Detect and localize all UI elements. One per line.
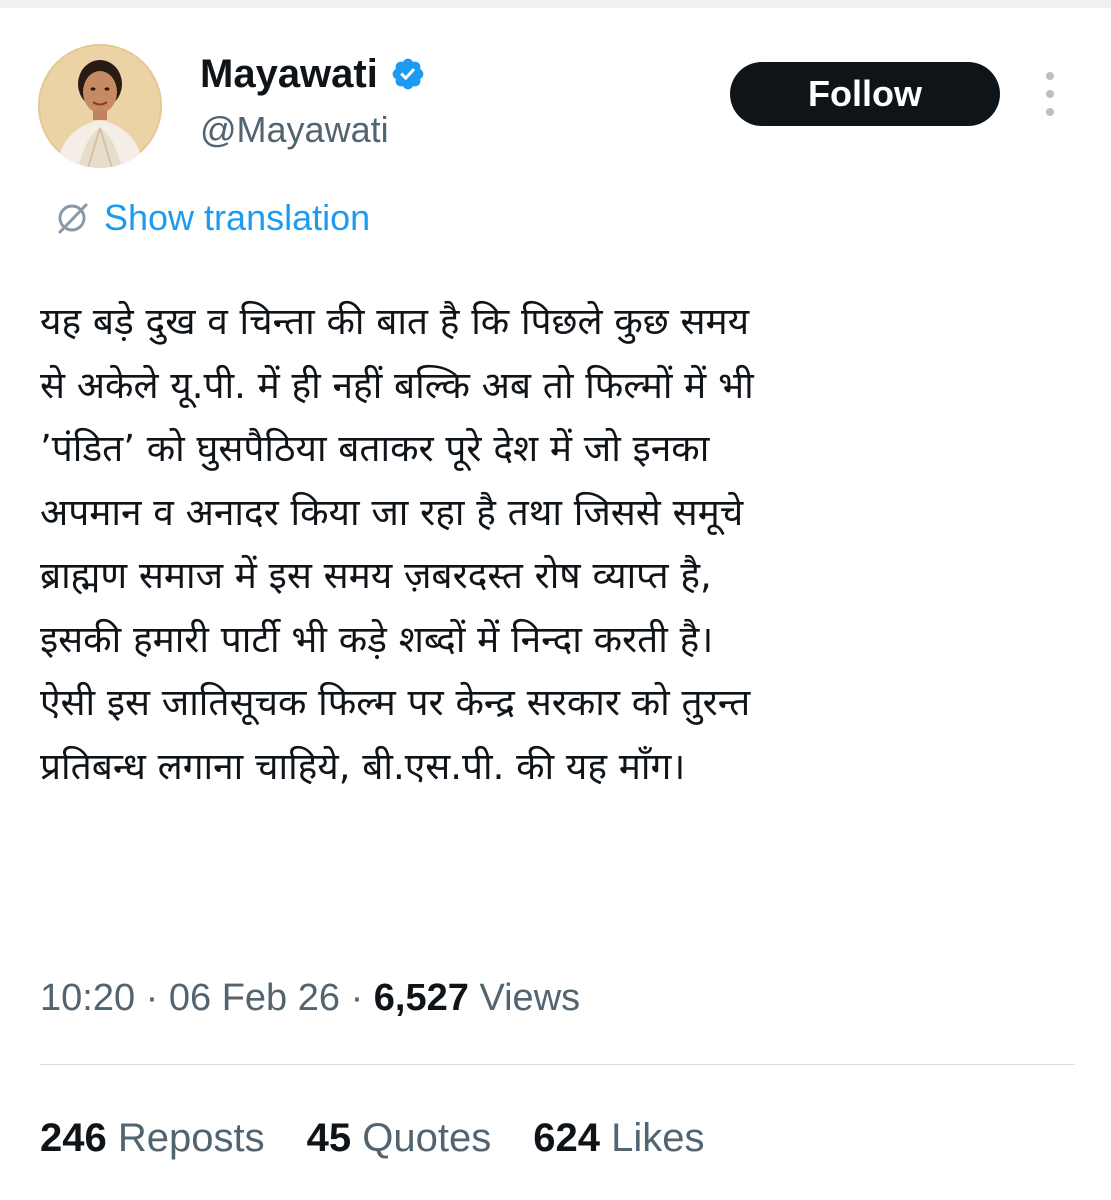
tweet-line: इसकी हमारी पार्टी भी कड़े शब्दों में निन… (40, 617, 714, 661)
reposts-stat[interactable]: 246 Reposts (40, 1114, 265, 1162)
reposts-count: 246 (40, 1116, 107, 1160)
reposts-label: Reposts (117, 1116, 265, 1160)
top-divider (0, 0, 1111, 8)
engagement-stats: 246 Reposts 45 Quotes 624 Likes (40, 1114, 704, 1162)
author-display-name[interactable]: Mayawati (200, 50, 378, 98)
more-vertical-icon[interactable] (1036, 72, 1064, 116)
views-label: Views (479, 977, 581, 1019)
author-handle[interactable]: @Mayawati (200, 108, 389, 152)
tweet-line: से अकेले यू.पी. में ही नहीं बल्कि अब तो … (40, 363, 754, 407)
translate-icon (58, 203, 88, 234)
quotes-label: Quotes (362, 1116, 492, 1160)
likes-stat[interactable]: 624 Likes (533, 1114, 704, 1162)
meta-separator: · (145, 977, 159, 1019)
tweet-date[interactable]: 06 Feb 26 (169, 977, 340, 1019)
meta-separator: · (350, 977, 364, 1019)
tweet-line: अपमान व अनादर किया जा रहा है तथा जिससे स… (40, 490, 744, 534)
likes-label: Likes (611, 1116, 705, 1160)
quotes-stat[interactable]: 45 Quotes (307, 1114, 492, 1162)
tweet-time[interactable]: 10:20 (40, 977, 135, 1019)
tweet-line: प्रतिबन्ध लगाना चाहिये, बी.एस.पी. की यह … (40, 744, 686, 788)
views-count: 6,527 (373, 977, 469, 1019)
likes-count: 624 (533, 1116, 600, 1160)
tweet-line: ऐसी इस जातिसूचक फिल्म पर केन्द्र सरकार क… (40, 681, 751, 724)
quotes-count: 45 (306, 1116, 352, 1160)
more-dot (1046, 72, 1054, 80)
more-dot (1046, 90, 1054, 98)
tweet-line: ’पंडित’ को घुसपैठिया बताकर पूरे देश में … (40, 427, 710, 470)
author-name-row[interactable]: Mayawati (200, 50, 426, 98)
follow-button[interactable]: Follow (730, 62, 1000, 126)
show-translation-label[interactable]: Show translation (104, 196, 370, 240)
tweet-line: ब्राह्मण समाज में इस समय ज़बरदस्त रोष व्… (40, 554, 712, 597)
avatar-photo (38, 44, 162, 168)
stats-divider (40, 1064, 1075, 1065)
tweet-meta: 10:20 · 06 Feb 26 · 6,527 Views (40, 974, 580, 1022)
more-dot (1046, 108, 1054, 116)
avatar[interactable] (38, 44, 162, 168)
tweet-line: यह बड़े दुख व चिन्ता की बात है कि पिछले … (40, 300, 750, 343)
tweet-text: यह बड़े दुख व चिन्ता की बात है कि पिछले … (40, 290, 1080, 798)
show-translation-link[interactable]: Show translation (50, 196, 370, 240)
verified-badge-icon (392, 58, 424, 90)
